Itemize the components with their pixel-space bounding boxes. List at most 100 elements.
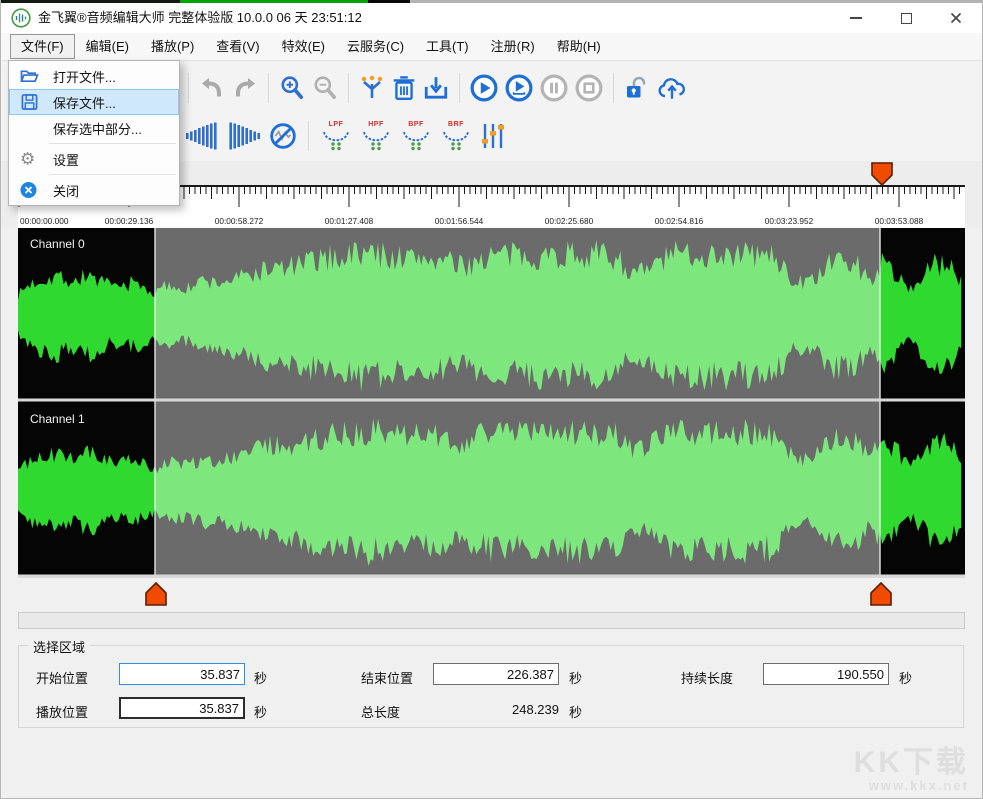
pause-button[interactable] [540, 74, 568, 102]
menu-item-file[interactable]: 文件(F) [10, 34, 75, 59]
menu-item-settings[interactable]: ⚙ 设置 [9, 146, 179, 172]
titlebar: 金飞翼®音频编辑大师 完整体验版 10.0.0 06 天 23:51:12 [1, 3, 982, 33]
brf-filter-icon [441, 129, 471, 151]
menu-item-save-selection[interactable]: 保存选中部分... [9, 115, 179, 141]
menu-item-save-file[interactable]: 保存文件... [9, 89, 179, 115]
menu-item-save-file-label: 保存文件... [53, 93, 116, 112]
play-position-label: 播放位置 [36, 702, 88, 721]
undo-button[interactable] [199, 77, 225, 99]
bpf-filter-button[interactable]: BPF [400, 121, 432, 151]
folder-open-icon [20, 69, 39, 84]
menu-item-help[interactable]: 帮助(H) [546, 34, 612, 59]
denoise-icon [269, 122, 297, 150]
duration-unit-label: 秒 [899, 668, 912, 687]
fade-out-icon [227, 122, 261, 150]
total-length-value: 248.239 [433, 702, 559, 717]
svg-text:00:03:23.952: 00:03:23.952 [765, 216, 814, 226]
delete-button[interactable] [392, 75, 416, 101]
zoom-in-icon [279, 75, 305, 101]
menu-item-open-file[interactable]: 打开文件... [9, 63, 179, 89]
play-selection-icon [505, 74, 533, 102]
toolbar-separator [613, 73, 614, 103]
menu-item-register[interactable]: 注册(R) [480, 34, 546, 59]
window-title: 金飞翼®音频编辑大师 完整体验版 10.0.0 06 天 23:51:12 [38, 3, 362, 33]
start-position-input[interactable] [119, 663, 245, 685]
menu-item-open-file-label: 打开文件... [53, 67, 116, 86]
watermark: KK下载 www.kkx.net [854, 748, 969, 793]
svg-text:00:02:54.816: 00:02:54.816 [655, 216, 704, 226]
svg-text:00:00:58.272: 00:00:58.272 [215, 216, 264, 226]
hpf-filter-button[interactable]: HPF [360, 121, 392, 151]
split-button[interactable] [359, 75, 385, 101]
lpf-filter-button[interactable]: LPF [320, 121, 352, 151]
toolbar-separator [459, 73, 460, 103]
menu-item-close[interactable]: 关闭 [9, 177, 179, 203]
selection-end-marker[interactable] [870, 582, 892, 606]
extract-icon [423, 75, 449, 101]
equalizer-icon [480, 122, 506, 150]
save-icon [21, 94, 38, 111]
close-button[interactable] [931, 3, 981, 33]
lpf-filter-icon [321, 129, 351, 151]
bpf-filter-label: BPF [408, 121, 424, 129]
minimize-button[interactable] [831, 3, 881, 33]
duration-input[interactable] [763, 663, 889, 685]
groupbox-title: 选择区域 [28, 637, 90, 656]
menu-item-play[interactable]: 播放(P) [140, 34, 205, 59]
menu-separator [49, 174, 176, 175]
bpf-filter-icon [401, 129, 431, 151]
menu-item-close-label: 关闭 [53, 181, 79, 200]
waveform-panel[interactable]: Channel 0 Channel 1 [18, 228, 965, 578]
fade-in-button[interactable] [185, 122, 219, 150]
svg-text:00:00:00.000: 00:00:00.000 [20, 216, 69, 226]
end-position-input[interactable] [433, 663, 559, 685]
menu-item-edit[interactable]: 编辑(E) [75, 34, 140, 59]
zoom-in-button[interactable] [279, 75, 305, 101]
stop-button[interactable] [575, 74, 603, 102]
play-position-input[interactable] [119, 697, 245, 719]
file-menu-dropdown: 打开文件... 保存文件... 保存选中部分... ⚙ 设置 [8, 60, 180, 206]
maximize-icon [901, 13, 912, 24]
pause-icon [540, 74, 568, 102]
toolbar-separator [308, 121, 309, 151]
zoom-out-button[interactable] [312, 75, 338, 101]
extract-button[interactable] [423, 75, 449, 101]
stop-icon [575, 74, 603, 102]
menu-item-save-selection-label: 保存选中部分... [53, 119, 142, 138]
menu-item-view[interactable]: 查看(V) [205, 34, 270, 59]
close-circle-icon [20, 182, 37, 199]
app-window: 金飞翼®音频编辑大师 完整体验版 10.0.0 06 天 23:51:12 文件… [0, 0, 983, 799]
unlock-button[interactable] [624, 75, 650, 101]
duration-label: 持续长度 [681, 668, 733, 687]
brf-filter-button[interactable]: BRF [440, 121, 472, 151]
toolbar-separator [268, 73, 269, 103]
redo-button[interactable] [232, 77, 258, 99]
gear-icon: ⚙ [20, 151, 35, 168]
minimize-icon [850, 17, 862, 19]
horizontal-scrollbar[interactable] [18, 612, 965, 629]
total-unit-label: 秒 [569, 702, 582, 721]
cloud-upload-button[interactable] [657, 76, 687, 100]
watermark-url: www.kkx.net [854, 778, 969, 793]
selection-region-groupbox: 选择区域 开始位置 秒 结束位置 秒 持续长度 秒 播放位置 秒 总长度 248… [18, 645, 964, 728]
play-selection-button[interactable] [505, 74, 533, 102]
cloud-upload-icon [657, 76, 687, 100]
menubar: 文件(F) 编辑(E) 播放(P) 查看(V) 特效(E) 云服务(C) 工具(… [1, 33, 982, 61]
fade-out-button[interactable] [227, 122, 261, 150]
waveform-display[interactable] [18, 228, 965, 578]
maximize-button[interactable] [881, 3, 931, 33]
trash-icon [392, 75, 416, 101]
svg-text:00:01:27.408: 00:01:27.408 [325, 216, 374, 226]
menu-item-effects[interactable]: 特效(E) [271, 34, 336, 59]
menu-item-tools[interactable]: 工具(T) [415, 34, 480, 59]
redo-icon [232, 77, 258, 99]
channel-0-label: Channel 0 [30, 237, 85, 251]
menu-separator [49, 143, 176, 144]
selection-start-marker[interactable] [145, 582, 167, 606]
equalizer-button[interactable] [480, 122, 506, 150]
play-button[interactable] [470, 74, 498, 102]
selection-end-top-marker[interactable] [871, 162, 893, 186]
denoise-button[interactable] [269, 122, 297, 150]
brf-filter-label: BRF [448, 121, 464, 129]
menu-item-cloud[interactable]: 云服务(C) [336, 34, 415, 59]
